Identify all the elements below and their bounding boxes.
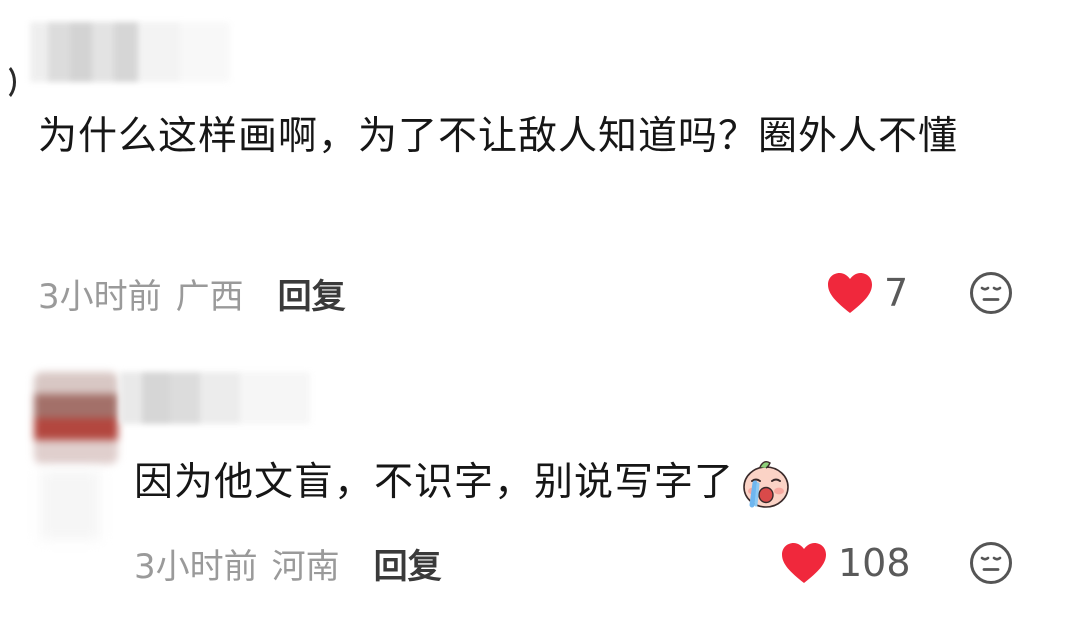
comment-time: 3小时前 — [38, 276, 162, 317]
comment-time: 3小时前 — [134, 546, 258, 587]
expressionless-face-icon[interactable] — [969, 271, 1013, 315]
username-redacted — [30, 22, 230, 82]
expressionless-face-icon[interactable] — [969, 541, 1013, 585]
reply-button[interactable]: 回复 — [374, 539, 442, 588]
reply-text-row: 因为他文盲，不识字，别说写字了 — [134, 449, 894, 517]
username-redacted — [120, 372, 310, 424]
avatar-redacted — [34, 372, 118, 464]
heart-icon — [828, 273, 872, 313]
heart-icon — [782, 543, 826, 583]
comment-text: 为什么这样画啊，为了不让敌人知道吗？圈外人不懂 — [38, 114, 959, 159]
comment-location: 河南 — [271, 546, 340, 587]
comment-meta: 3小时前 广西 回复 — [38, 268, 346, 318]
avatar-edge — [0, 62, 16, 102]
like-button[interactable]: 7 — [826, 268, 908, 318]
like-count: 108 — [838, 541, 911, 585]
like-count: 7 — [884, 271, 909, 315]
thread-line — [40, 470, 100, 540]
crying-baby-sticker-icon — [743, 460, 789, 508]
comment-location: 广西 — [175, 276, 244, 317]
comment-meta: 3小时前 河南 回复 — [134, 538, 442, 588]
reply-button[interactable]: 回复 — [278, 269, 346, 318]
like-button[interactable]: 108 — [780, 538, 911, 588]
comment-text: 因为他文盲，不识字，别说写字了 — [134, 460, 735, 505]
